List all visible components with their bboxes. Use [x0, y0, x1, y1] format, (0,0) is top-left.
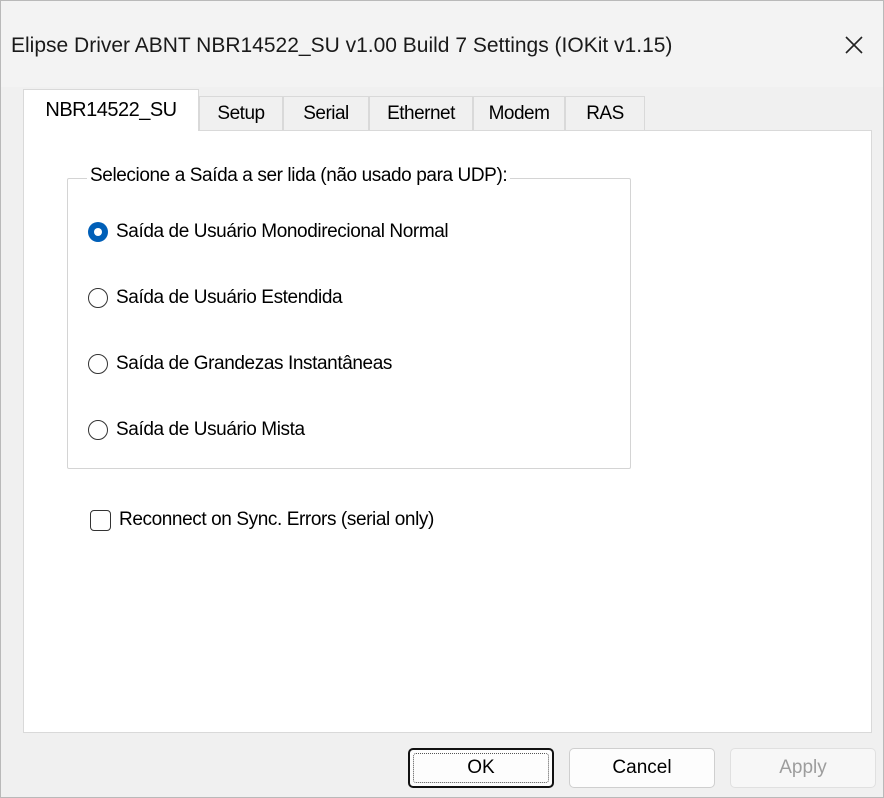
tab-panel: Selecione a Saída a ser lida (não usado … — [23, 130, 872, 733]
settings-dialog: Elipse Driver ABNT NBR14522_SU v1.00 Bui… — [0, 0, 884, 798]
radio-output-normal[interactable]: Saída de Usuário Monodirecional Normal — [88, 221, 449, 243]
tab-ras[interactable]: RAS — [565, 96, 645, 130]
tab-label: Modem — [488, 102, 550, 124]
tab-label: RAS — [586, 102, 624, 124]
radio-label: Saída de Usuário Mista — [116, 419, 305, 440]
tab-label: NBR14522_SU — [45, 99, 177, 121]
groupbox-legend: Selecione a Saída a ser lida (não usado … — [87, 165, 511, 187]
radio-unselected-icon[interactable] — [88, 288, 108, 308]
tab-label: Setup — [217, 102, 265, 124]
focus-rectangle — [413, 753, 549, 783]
cancel-button[interactable]: Cancel — [569, 748, 715, 788]
window-title: Elipse Driver ABNT NBR14522_SU v1.00 Bui… — [11, 34, 673, 57]
reconnect-checkbox-row[interactable]: Reconnect on Sync. Errors (serial only) — [90, 509, 434, 531]
close-icon — [845, 36, 863, 54]
title-bar: Elipse Driver ABNT NBR14522_SU v1.00 Bui… — [1, 1, 883, 87]
radio-unselected-icon[interactable] — [88, 354, 108, 374]
radio-selected-icon[interactable] — [88, 222, 108, 242]
apply-label: Apply — [779, 757, 827, 778]
radio-output-extended[interactable]: Saída de Usuário Estendida — [88, 287, 343, 309]
tab-ethernet[interactable]: Ethernet — [369, 96, 473, 130]
tab-modem[interactable]: Modem — [473, 96, 565, 130]
ok-button[interactable]: OK — [408, 748, 554, 788]
radio-unselected-icon[interactable] — [88, 420, 108, 440]
radio-output-mixed[interactable]: Saída de Usuário Mista — [88, 419, 305, 441]
radio-label: Saída de Usuário Estendida — [116, 287, 343, 308]
radio-label: Saída de Grandezas Instantâneas — [116, 353, 392, 374]
tab-setup[interactable]: Setup — [199, 96, 283, 130]
tab-serial[interactable]: Serial — [283, 96, 369, 130]
radio-label: Saída de Usuário Monodirecional Normal — [116, 221, 449, 242]
tab-nbr14522-su[interactable]: NBR14522_SU — [23, 89, 199, 131]
radio-output-instantaneous[interactable]: Saída de Grandezas Instantâneas — [88, 353, 392, 375]
cancel-label: Cancel — [612, 757, 672, 778]
reconnect-checkbox[interactable] — [90, 509, 111, 531]
tab-label: Serial — [303, 102, 349, 124]
close-button[interactable] — [825, 15, 883, 75]
apply-button[interactable]: Apply — [730, 748, 876, 788]
output-groupbox: Selecione a Saída a ser lida (não usado … — [67, 165, 631, 469]
tab-label: Ethernet — [387, 102, 455, 124]
reconnect-label: Reconnect on Sync. Errors (serial only) — [119, 509, 434, 530]
